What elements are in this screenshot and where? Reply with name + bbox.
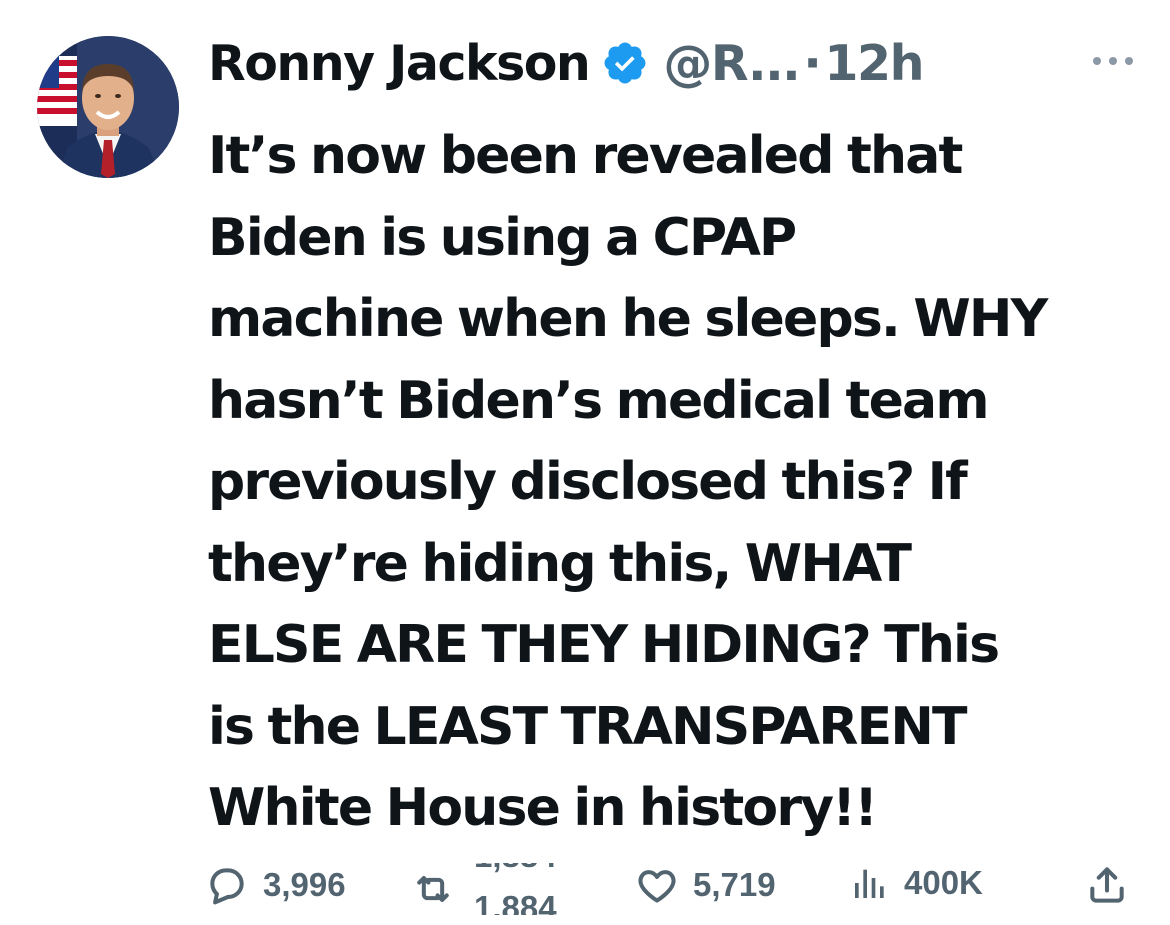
retweet-button[interactable]: 1,884 1,884 (410, 863, 570, 915)
heart-icon (635, 863, 679, 907)
retweet-icon (410, 867, 456, 911)
more-dots-icon[interactable] (1088, 46, 1138, 76)
reply-button[interactable]: 3,996 (205, 863, 346, 907)
verified-badge-icon[interactable] (601, 39, 649, 87)
retweet-count-rolling: 1,884 1,884 (470, 863, 570, 915)
reply-icon (205, 863, 249, 907)
tweet-actions: 3,996 1,884 1,884 5,719 (205, 855, 1140, 925)
share-icon (1085, 863, 1129, 907)
like-count: 5,719 (693, 866, 776, 903)
reply-count: 3,996 (263, 866, 346, 903)
retweet-count-previous: 1,884 (474, 863, 557, 875)
retweet-count: 1,884 (474, 889, 557, 915)
share-button[interactable] (1085, 863, 1129, 907)
views-count: 400K (904, 864, 983, 901)
tweet-header: Ronny Jackson @R... · 12h (208, 28, 924, 98)
author-handle[interactable]: @R... (663, 35, 800, 92)
avatar[interactable] (37, 36, 179, 178)
views-chart-icon (850, 863, 890, 903)
tweet-card[interactable]: Ronny Jackson @R... · 12h It’s now been … (0, 0, 1170, 925)
header-separator: · (803, 34, 822, 92)
views-button[interactable]: 400K (850, 863, 983, 903)
like-button[interactable]: 5,719 (635, 863, 776, 907)
display-name[interactable]: Ronny Jackson (208, 35, 591, 92)
tweet-timestamp[interactable]: 12h (824, 35, 924, 92)
tweet-text: It’s now been revealed that Biden is usi… (208, 126, 1048, 838)
